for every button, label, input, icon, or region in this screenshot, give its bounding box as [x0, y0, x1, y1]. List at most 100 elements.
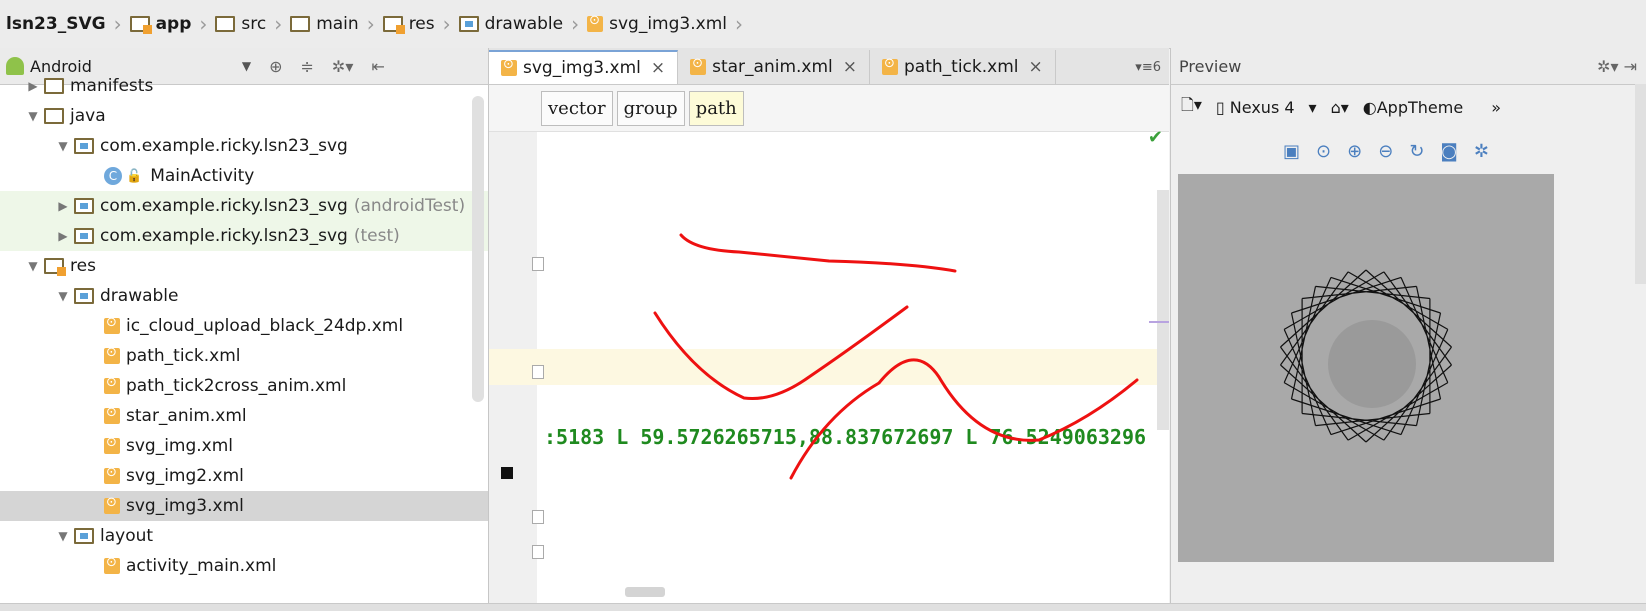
- tree-item[interactable]: star_anim.xml: [0, 401, 488, 431]
- folder-icon: [74, 528, 94, 544]
- zoom-in-icon[interactable]: ⊕: [1347, 141, 1362, 162]
- breadcrumb-drawable[interactable]: drawable: [453, 0, 572, 48]
- close-icon[interactable]: ×: [1029, 57, 1043, 77]
- tree-item[interactable]: ▼ java: [0, 101, 488, 131]
- tree-item[interactable]: ic_cloud_upload_black_24dp.xml: [0, 311, 488, 341]
- tree-item[interactable]: path_tick.xml: [0, 341, 488, 371]
- folder-icon: [74, 228, 94, 244]
- tree-item-label: svg_img.xml: [126, 436, 234, 456]
- expanded-arrow-icon[interactable]: ▼: [52, 529, 74, 543]
- preview-header: Preview ✲▾ ⇥: [1171, 48, 1646, 85]
- xml-file-icon: [104, 405, 120, 424]
- xml-file-icon: [882, 56, 899, 75]
- folder-icon: [290, 16, 311, 32]
- preview-settings-icon[interactable]: ✲▾ ⇥: [1597, 57, 1646, 76]
- tab-label: path_tick.xml: [904, 57, 1019, 77]
- theme-selector[interactable]: ◐AppTheme: [1363, 98, 1477, 117]
- tree-item-source-set: (test): [353, 226, 400, 246]
- zoom-out-icon[interactable]: ⊖: [1378, 141, 1393, 162]
- project-scrollbar[interactable]: [472, 96, 484, 402]
- breadcrumb-separator: ›: [113, 12, 122, 36]
- breadcrumb-drawable-label: drawable: [484, 14, 564, 34]
- expanded-arrow-icon[interactable]: ▼: [52, 289, 74, 303]
- breadcrumb-file[interactable]: svg_img3.xml: [581, 0, 735, 48]
- tree-item[interactable]: path_tick2cross_anim.xml: [0, 371, 488, 401]
- tab-star-anim[interactable]: star_anim.xml ×: [678, 50, 871, 84]
- breadcrumb-separator: ›: [571, 12, 580, 36]
- tree-item-label: star_anim.xml: [126, 406, 247, 426]
- close-icon[interactable]: ×: [843, 57, 857, 77]
- tab-path-tick[interactable]: path_tick.xml ×: [870, 50, 1056, 84]
- folder-icon: [44, 108, 64, 124]
- breadcrumb-project-label: lsn23_SVG: [6, 14, 106, 34]
- tree-item-label: drawable: [100, 286, 179, 306]
- breadcrumb-separator: ›: [366, 12, 375, 36]
- zoom-fit-icon[interactable]: ▣: [1283, 141, 1300, 162]
- xml-file-icon: [104, 555, 120, 574]
- tabs-overflow-button[interactable]: ▾ ≡6: [1135, 50, 1169, 84]
- tree-item[interactable]: ▼ res: [0, 251, 488, 281]
- tab-svg-img3[interactable]: svg_img3.xml ×: [489, 50, 679, 84]
- preview-title: Preview: [1179, 56, 1242, 76]
- expanded-arrow-icon[interactable]: ▼: [22, 109, 44, 123]
- preview-scrollbar[interactable]: [1635, 84, 1646, 284]
- collapsed-arrow-icon[interactable]: ▶: [52, 199, 74, 213]
- tree-item[interactable]: svg_img3.xml: [0, 491, 488, 521]
- tree-item-label: manifests: [70, 76, 154, 96]
- refresh-icon[interactable]: ↻: [1409, 141, 1424, 162]
- breadcrumb-main[interactable]: main: [284, 0, 366, 48]
- tree-item-label: ic_cloud_upload_black_24dp.xml: [126, 316, 404, 336]
- tab-label: svg_img3.xml: [523, 58, 641, 78]
- breadcrumb-src[interactable]: src: [209, 0, 274, 48]
- tree-item-label: activity_main.xml: [126, 556, 277, 576]
- more-options-button[interactable]: »: [1491, 98, 1501, 117]
- tree-item-label: svg_img2.xml: [126, 466, 244, 486]
- breadcrumb-project[interactable]: lsn23_SVG: [0, 0, 114, 48]
- xml-file-icon: [104, 315, 120, 334]
- xml-file-icon: [587, 13, 604, 32]
- zoom-actual-icon[interactable]: ⊙: [1316, 141, 1331, 162]
- tree-item[interactable]: ▶ com.example.ricky.lsn23_svg (androidTest…: [0, 191, 488, 221]
- xml-file-icon: [501, 57, 517, 76]
- tree-item-label: com.example.ricky.lsn23_svg: [100, 136, 348, 156]
- screenshot-icon[interactable]: ◙: [1440, 141, 1457, 162]
- gear-icon[interactable]: ✲: [1474, 141, 1489, 162]
- tab-label: star_anim.xml: [712, 57, 833, 77]
- tree-item-label: res: [70, 256, 96, 276]
- code-editor[interactable]: vector group path ✔ :5183 L 59.572626571…: [489, 85, 1169, 603]
- tree-item[interactable]: ▶ com.example.ricky.lsn23_svg (test): [0, 221, 488, 251]
- tree-item[interactable]: activity_main.xml: [0, 551, 488, 581]
- folder-icon: [215, 16, 236, 32]
- tree-item[interactable]: ▼ com.example.ricky.lsn23_svg: [0, 131, 488, 161]
- tree-item[interactable]: ▼ layout: [0, 521, 488, 551]
- tree-item-label: java: [70, 106, 106, 126]
- tree-item[interactable]: ▼ drawable: [0, 281, 488, 311]
- folder-icon: [44, 78, 64, 94]
- res-folder-icon: [382, 16, 405, 34]
- tree-item[interactable]: C 🔓 MainActivity: [0, 161, 488, 191]
- close-icon[interactable]: ×: [651, 58, 665, 78]
- config-icon[interactable]: ⌂▾: [1331, 98, 1349, 117]
- breadcrumb-main-label: main: [316, 14, 359, 34]
- zoom-toolbar: ▣ ⊙ ⊕ ⊖ ↻ ◙ ✲: [1171, 129, 1646, 173]
- breadcrumb-app-label: app: [155, 14, 192, 34]
- collapsed-arrow-icon[interactable]: ▶: [52, 229, 74, 243]
- breadcrumb-res-label: res: [408, 14, 435, 34]
- expanded-arrow-icon[interactable]: ▼: [52, 139, 74, 153]
- breadcrumb-res[interactable]: res: [377, 0, 443, 48]
- breadcrumb-separator: ›: [274, 12, 283, 36]
- annotation-stroke: [653, 305, 909, 401]
- orientation-icon[interactable]: 🗋▾: [1181, 94, 1202, 121]
- tree-item[interactable]: svg_img.xml: [0, 431, 488, 461]
- preview-panel: Preview ✲▾ ⇥ 🗋▾ ▯ Nexus 4 ▾ ⌂▾ ◐AppTheme …: [1170, 48, 1646, 603]
- breadcrumb-app[interactable]: app: [124, 0, 200, 48]
- folder-icon: [44, 258, 66, 276]
- xml-file-icon: [104, 435, 120, 454]
- expanded-arrow-icon[interactable]: ▼: [22, 259, 44, 273]
- tree-item-label: svg_img3.xml: [126, 496, 244, 516]
- device-selector[interactable]: ▯ Nexus 4 ▾: [1216, 98, 1317, 117]
- tree-item[interactable]: ▶ manifests: [0, 71, 488, 101]
- module-folder-icon: [129, 16, 152, 34]
- tree-item[interactable]: svg_img2.xml: [0, 461, 488, 491]
- collapsed-arrow-icon[interactable]: ▶: [22, 79, 44, 93]
